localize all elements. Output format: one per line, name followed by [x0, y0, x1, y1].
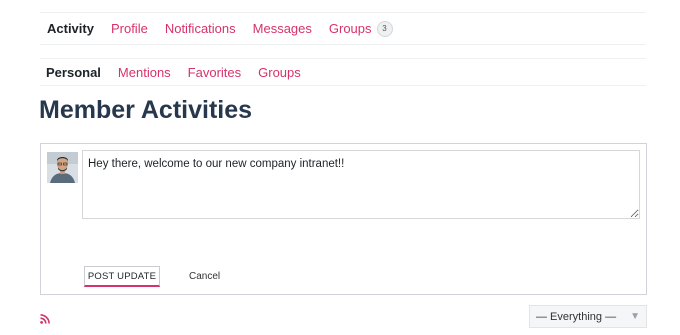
secondary-nav: Personal Mentions Favorites Groups: [40, 58, 646, 86]
activity-filter-select[interactable]: — Everything — ▼: [529, 305, 647, 328]
groups-count-badge: 3: [376, 20, 393, 37]
nav-notifications[interactable]: Notifications: [165, 21, 236, 36]
triangle-down-icon: ▼: [630, 311, 640, 322]
nav-groups-label: Groups: [328, 21, 372, 36]
rss-feed-icon[interactable]: [40, 311, 50, 324]
subnav-personal[interactable]: Personal: [46, 65, 101, 80]
subnav-favorites[interactable]: Favorites: [188, 65, 241, 80]
primary-nav: Activity Profile Notifications Messages …: [40, 12, 646, 45]
cancel-button[interactable]: Cancel: [189, 271, 220, 282]
page-title: Member Activities: [39, 96, 253, 124]
post-update-form: POST UPDATE Cancel: [40, 143, 647, 295]
nav-messages[interactable]: Messages: [253, 21, 312, 36]
user-avatar[interactable]: [47, 152, 78, 183]
nav-activity[interactable]: Activity: [47, 21, 94, 36]
subnav-groups[interactable]: Groups: [258, 65, 301, 80]
subnav-mentions[interactable]: Mentions: [118, 65, 171, 80]
nav-groups[interactable]: Groups 3: [328, 20, 393, 37]
post-update-button[interactable]: POST UPDATE: [84, 266, 160, 287]
rss-icon-graphic: [40, 314, 50, 324]
avatar-image: [47, 152, 78, 183]
nav-profile[interactable]: Profile: [111, 21, 148, 36]
status-update-input[interactable]: [82, 150, 640, 219]
filter-selected-value: — Everything —: [536, 310, 617, 323]
